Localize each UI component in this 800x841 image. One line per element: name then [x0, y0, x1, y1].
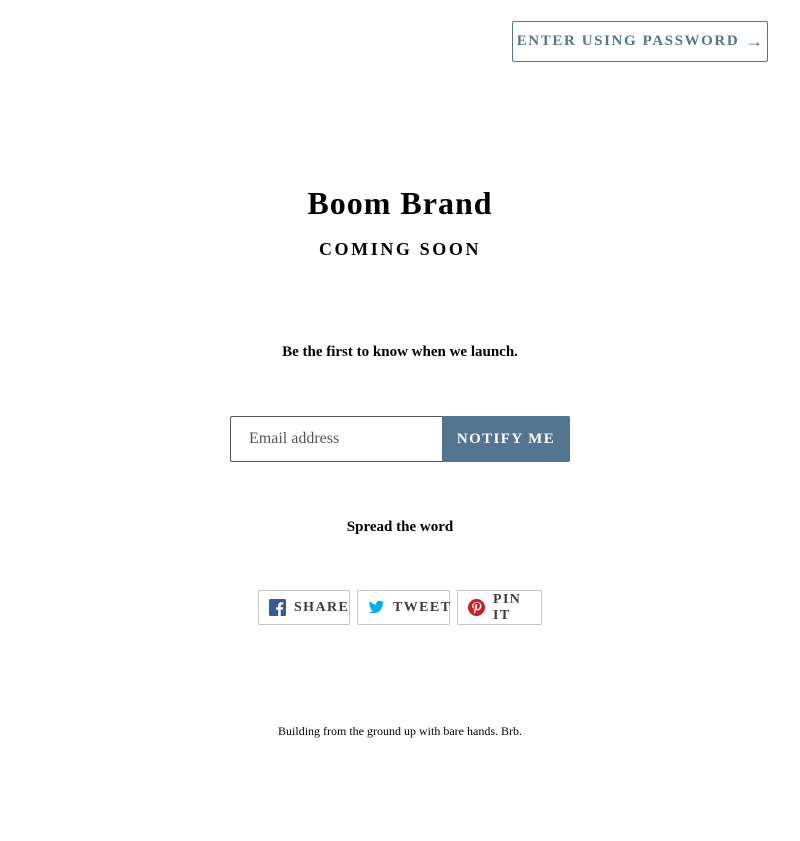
share-heading: Spread the word	[346, 519, 454, 535]
share-twitter-button[interactable]: TWEET	[357, 590, 450, 625]
social-share-buttons: SHARE TWEET PIN IT	[0, 590, 800, 625]
footer-message: Building from the ground up with bare ha…	[278, 724, 522, 738]
share-facebook-button[interactable]: SHARE	[258, 590, 350, 625]
share-twitter-label: TWEET	[393, 599, 452, 615]
email-input[interactable]	[230, 416, 442, 462]
share-pinterest-label: PIN IT	[493, 591, 522, 623]
share-pinterest-button[interactable]: PIN IT	[457, 590, 542, 625]
enter-using-password-button[interactable]: ENTER USING PASSWORD →	[512, 21, 768, 62]
twitter-icon	[368, 599, 385, 616]
signup-heading: Be the first to know when we launch.	[282, 344, 518, 360]
enter-password-label: ENTER USING PASSWORD	[516, 33, 740, 49]
arrow-right-icon: →	[745, 31, 764, 51]
pinterest-icon	[468, 599, 485, 616]
notify-me-button[interactable]: NOTIFY ME	[442, 416, 570, 462]
brand-title: Boom Brand	[307, 185, 493, 221]
share-facebook-label: SHARE	[294, 599, 350, 615]
newsletter-form: NOTIFY ME	[230, 416, 570, 462]
facebook-icon	[269, 599, 286, 616]
coming-soon-subtitle: COMING SOON	[318, 239, 482, 259]
